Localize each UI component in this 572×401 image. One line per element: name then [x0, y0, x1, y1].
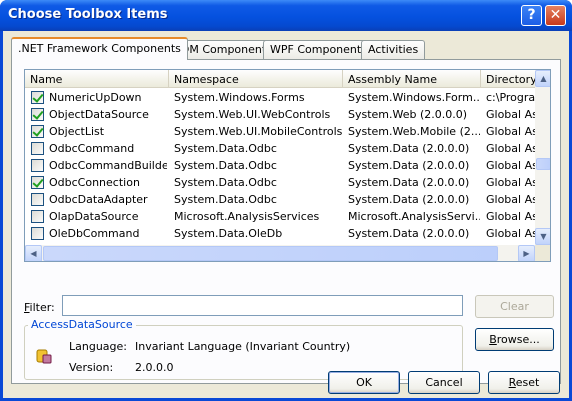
scroll-right-button[interactable]: ▶: [518, 245, 535, 261]
language-value: Invariant Language (Invariant Country): [135, 340, 351, 353]
list-item[interactable]: OdbcDataAdapter System.Data.Odbc System.Da…: [25, 191, 535, 208]
ok-button[interactable]: OK: [328, 371, 400, 394]
list-item[interactable]: ObjectDataSource System.Web.UI.WebControl…: [25, 106, 535, 123]
item-checkbox[interactable]: [31, 142, 44, 155]
help-button[interactable]: ?: [521, 5, 542, 26]
version-label: Version:: [69, 361, 114, 374]
tab-net-framework-components[interactable]: .NET Framework Components: [11, 37, 188, 60]
reset-button[interactable]: Reset: [488, 371, 560, 394]
item-namespace: System.Data.Odbc: [174, 176, 277, 189]
version-value: 2.0.0.0: [135, 361, 174, 374]
filter-input[interactable]: [62, 295, 463, 316]
close-button[interactable]: ✕: [545, 5, 566, 26]
component-package-icon: [34, 346, 54, 366]
filter-label: Filter:: [24, 301, 55, 314]
tab-wpf-components[interactable]: WPF Components: [263, 40, 374, 59]
window-title: Choose Toolbox Items: [8, 7, 168, 22]
column-header-directory[interactable]: Directory: [481, 70, 541, 88]
list-item[interactable]: OdbcCommand System.Data.Odbc System.Data (…: [25, 140, 535, 157]
item-directory: Global Ass: [486, 125, 535, 138]
item-checkbox[interactable]: [31, 227, 44, 240]
list-item[interactable]: ObjectList System.Web.UI.MobileControls Sy…: [25, 123, 535, 140]
column-header-name[interactable]: Name: [25, 70, 169, 88]
list-item[interactable]: OlapDataSource Microsoft.AnalysisServices…: [25, 208, 535, 225]
item-namespace: System.Web.UI.WebControls: [174, 108, 331, 121]
item-assembly: System.Web (2.0.0.0): [348, 108, 468, 121]
item-assembly: Microsoft.AnalysisServi...: [348, 210, 480, 223]
tab-activities[interactable]: Activities: [361, 40, 426, 59]
list-item[interactable]: OleDbCommand System.Data.OleDb System.Data…: [25, 225, 535, 242]
scroll-down-button[interactable]: ▼: [535, 228, 550, 245]
item-directory: Global Ass: [486, 176, 535, 189]
item-name: OdbcCommandBuilder: [49, 159, 167, 172]
item-checkbox[interactable]: [31, 159, 44, 172]
item-assembly: System.Data (2.0.0.0): [348, 176, 470, 189]
list-item[interactable]: OdbcCommandBuilder System.Data.Odbc System…: [25, 157, 535, 174]
horizontal-scrollbar[interactable]: ◀ ▶: [25, 245, 535, 261]
item-directory: c:\Program: [486, 91, 535, 104]
scrollbar-corner: [535, 245, 550, 261]
item-name: OdbcConnection: [49, 176, 140, 189]
item-checkbox[interactable]: [31, 210, 44, 223]
language-label: Language:: [69, 340, 127, 353]
item-checkbox[interactable]: [31, 125, 44, 138]
item-assembly: System.Data (2.0.0.0): [348, 227, 470, 240]
item-namespace: Microsoft.AnalysisServices: [174, 210, 320, 223]
tab-panel: Name Namespace Assembly Name Directory N…: [11, 59, 561, 384]
item-namespace: System.Windows.Forms: [174, 91, 305, 104]
item-directory: Global Ass: [486, 193, 535, 206]
item-checkbox[interactable]: [31, 193, 44, 206]
column-header-namespace[interactable]: Namespace: [169, 70, 343, 88]
item-checkbox[interactable]: [31, 91, 44, 104]
item-directory: Global Ass: [486, 108, 535, 121]
item-name: OdbcCommand: [49, 142, 135, 155]
item-checkbox[interactable]: [31, 108, 44, 121]
selected-component-title: AccessDataSource: [28, 318, 136, 331]
cancel-button[interactable]: Cancel: [408, 371, 480, 394]
scroll-left-button[interactable]: ◀: [25, 245, 42, 261]
title-bar[interactable]: Choose Toolbox Items ? ✕: [0, 0, 572, 31]
list-item[interactable]: OdbcConnection System.Data.Odbc System.Dat…: [25, 174, 535, 191]
vertical-scroll-thumb[interactable]: [536, 158, 550, 170]
item-namespace: System.Data.OleDb: [174, 227, 283, 240]
clear-button[interactable]: Clear: [475, 295, 554, 318]
item-namespace: System.Data.Odbc: [174, 193, 277, 206]
components-list[interactable]: Name Namespace Assembly Name Directory N…: [24, 69, 551, 262]
item-directory: Global Ass: [486, 227, 535, 240]
item-name: OdbcDataAdapter: [49, 193, 148, 206]
horizontal-scroll-thumb[interactable]: [43, 246, 498, 261]
vertical-scrollbar[interactable]: ▲ ▼: [535, 70, 550, 245]
list-item[interactable]: NumericUpDown System.Windows.Forms System.…: [25, 89, 535, 106]
dialog-client-area: .NET Framework Components COM Components…: [3, 31, 569, 398]
list-rows: NumericUpDown System.Windows.Forms System.…: [25, 89, 535, 242]
item-assembly: System.Data (2.0.0.0): [348, 142, 470, 155]
item-namespace: System.Data.Odbc: [174, 142, 277, 155]
item-name: NumericUpDown: [49, 91, 142, 104]
item-assembly: System.Web.Mobile (2....: [348, 125, 480, 138]
item-assembly: System.Data (2.0.0.0): [348, 193, 470, 206]
dialog-window: Choose Toolbox Items ? ✕ .NET Framework …: [0, 0, 572, 401]
item-name: OlapDataSource: [49, 210, 139, 223]
item-name: ObjectDataSource: [49, 108, 149, 121]
item-directory: Global Ass: [486, 159, 535, 172]
item-checkbox[interactable]: [31, 176, 44, 189]
item-name: OleDbCommand: [49, 227, 140, 240]
column-header-assembly-name[interactable]: Assembly Name: [343, 70, 481, 88]
item-assembly: System.Windows.Form...: [348, 91, 480, 104]
item-namespace: System.Data.Odbc: [174, 159, 277, 172]
item-directory: Global Ass: [486, 210, 535, 223]
column-header-row: Name Namespace Assembly Name Directory: [25, 70, 537, 88]
item-namespace: System.Web.UI.MobileControls: [174, 125, 342, 138]
item-directory: Global Ass: [486, 142, 535, 155]
scroll-up-button[interactable]: ▲: [535, 70, 550, 87]
item-assembly: System.Data (2.0.0.0): [348, 159, 470, 172]
item-name: ObjectList: [49, 125, 105, 138]
browse-button[interactable]: Browse...: [475, 328, 554, 351]
